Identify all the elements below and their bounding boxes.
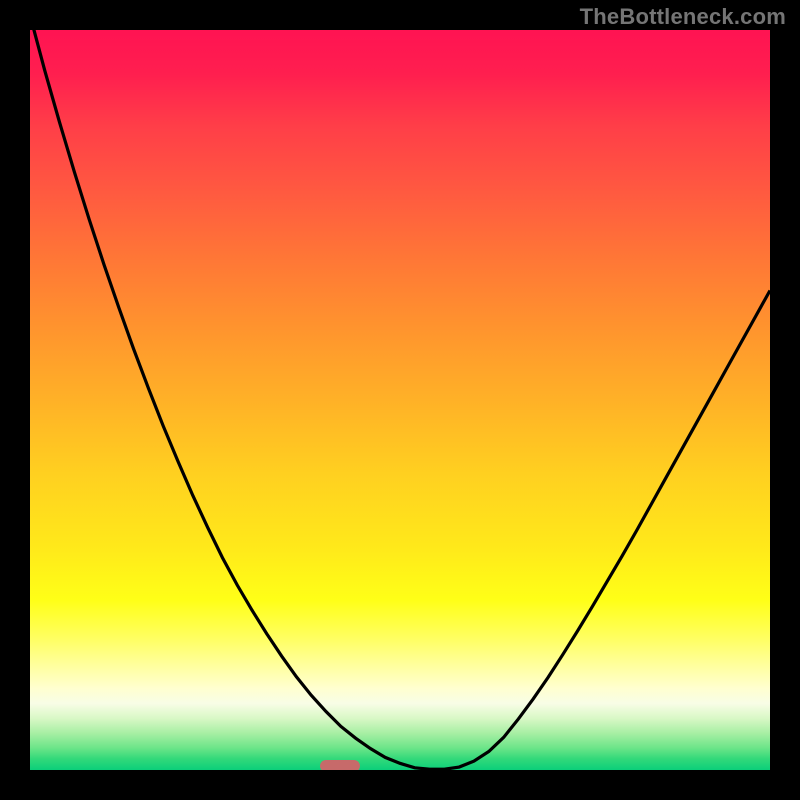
optimal-point-marker — [320, 760, 360, 770]
curve-path — [30, 30, 770, 769]
plot-area — [30, 30, 770, 770]
bottleneck-curve — [30, 30, 770, 770]
watermark-text: TheBottleneck.com — [580, 4, 786, 30]
chart-frame: TheBottleneck.com — [0, 0, 800, 800]
